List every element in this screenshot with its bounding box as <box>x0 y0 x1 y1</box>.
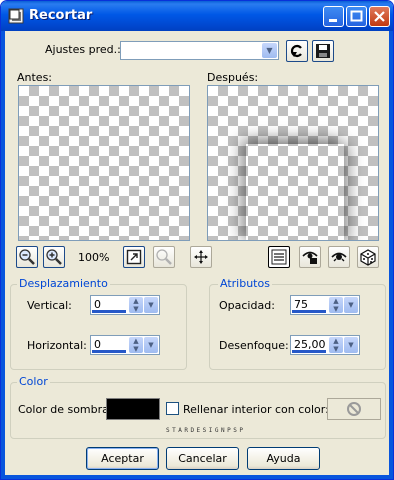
opacity-label: Opacidad: <box>219 299 275 312</box>
proof-toggle-button[interactable] <box>268 246 290 268</box>
color-group-title: Color <box>17 375 50 388</box>
opacity-spinner-icon[interactable]: ▲ ▼ <box>329 297 343 313</box>
fill-interior-checkbox[interactable] <box>166 402 179 415</box>
list-view-icon <box>271 249 287 265</box>
window-frame-right <box>389 31 393 479</box>
blur-dropdown-icon[interactable]: ▼ <box>344 337 358 353</box>
zoom-in-icon <box>46 249 62 265</box>
maximize-button[interactable] <box>346 6 367 27</box>
watermark-text: STARDESIGNPSP <box>166 427 246 434</box>
zoom-disabled-icon <box>156 249 172 265</box>
presets-label: Ajustes pred.: <box>45 43 121 56</box>
vertical-slider-bar[interactable] <box>92 310 126 313</box>
zoom-out-icon <box>19 249 35 265</box>
fill-interior-label: Rellenar interior con color: <box>183 403 329 416</box>
app-icon <box>8 8 24 24</box>
horizontal-input[interactable]: 0 ▲ ▼ ▼ <box>90 335 160 355</box>
preview-on-image-button[interactable] <box>328 246 350 268</box>
attributes-group-title: Atributos <box>218 277 272 290</box>
reset-arrow-icon <box>290 44 302 58</box>
maximize-icon <box>350 10 363 22</box>
randomize-button[interactable] <box>357 246 379 268</box>
zoom-to-fit-button[interactable] <box>123 246 145 268</box>
horizontal-label: Horizontal: <box>27 339 87 352</box>
blur-slider-bar[interactable] <box>292 350 326 353</box>
title-bar[interactable]: Recortar <box>1 1 393 31</box>
blur-spinner-icon[interactable]: ▲ ▼ <box>329 337 343 353</box>
chevron-down-icon: ▼ <box>262 43 277 58</box>
horizontal-dropdown-icon[interactable]: ▼ <box>144 337 158 353</box>
blur-input[interactable]: 25,00 ▲ ▼ ▼ <box>290 335 360 355</box>
zoom-in-button[interactable] <box>43 246 65 268</box>
inner-shadow-preview <box>246 144 344 240</box>
before-label: Antes: <box>17 71 53 84</box>
ok-button-label: Aceptar <box>101 452 144 465</box>
move-arrows-icon <box>194 250 208 264</box>
pan-button[interactable] <box>190 246 212 268</box>
after-label: Después: <box>207 71 259 84</box>
eye-icon <box>331 252 347 262</box>
dialog-window: Recortar Ajustes pred.: ▼ Antes: Después… <box>0 0 394 480</box>
window-frame-left <box>1 31 5 479</box>
vertical-dropdown-icon[interactable]: ▼ <box>144 297 158 313</box>
cancel-button-label: Cancelar <box>178 452 227 465</box>
vertical-input[interactable]: 0 ▲ ▼ ▼ <box>90 295 160 315</box>
before-preview[interactable] <box>18 85 190 241</box>
zoom-fit-icon <box>126 249 142 265</box>
vertical-spinner-icon[interactable]: ▲ ▼ <box>129 297 143 313</box>
shadow-color-label: Color de sombra: <box>18 403 113 416</box>
minimize-button[interactable] <box>323 6 344 27</box>
opacity-dropdown-icon[interactable]: ▼ <box>344 297 358 313</box>
eye-lock-icon <box>302 251 318 264</box>
horizontal-slider-bar[interactable] <box>92 350 126 353</box>
auto-proof-button[interactable] <box>299 246 321 268</box>
minimize-icon <box>329 19 337 22</box>
window-title: Recortar <box>29 8 93 23</box>
zoom-level: 100% <box>78 251 110 264</box>
shadow-color-swatch[interactable] <box>106 398 160 420</box>
after-preview[interactable] <box>207 85 379 241</box>
help-button-label: Ayuda <box>266 452 301 465</box>
no-color-icon <box>347 402 361 416</box>
help-button[interactable]: Ayuda <box>247 447 320 470</box>
floppy-disk-icon <box>316 44 330 58</box>
opacity-input[interactable]: 75 ▲ ▼ ▼ <box>290 295 360 315</box>
close-button[interactable] <box>369 6 390 27</box>
zoom-100-button[interactable] <box>153 246 175 268</box>
fill-color-swatch[interactable] <box>327 398 381 420</box>
blur-label: Desenfoque: <box>219 339 289 352</box>
offset-group-title: Desplazamiento <box>17 277 110 290</box>
close-icon <box>374 11 385 22</box>
presets-dropdown[interactable]: ▼ <box>120 41 279 60</box>
cancel-button[interactable]: Cancelar <box>166 447 239 470</box>
opacity-slider-bar[interactable] <box>292 310 326 313</box>
zoom-out-button[interactable] <box>16 246 38 268</box>
ok-button[interactable]: Aceptar <box>86 447 159 470</box>
save-preset-button[interactable] <box>312 40 334 62</box>
dice-icon <box>360 249 376 266</box>
window-frame-bottom <box>1 475 393 479</box>
horizontal-spinner-icon[interactable]: ▲ ▼ <box>129 337 143 353</box>
vertical-label: Vertical: <box>27 299 72 312</box>
reset-button[interactable] <box>286 40 308 62</box>
